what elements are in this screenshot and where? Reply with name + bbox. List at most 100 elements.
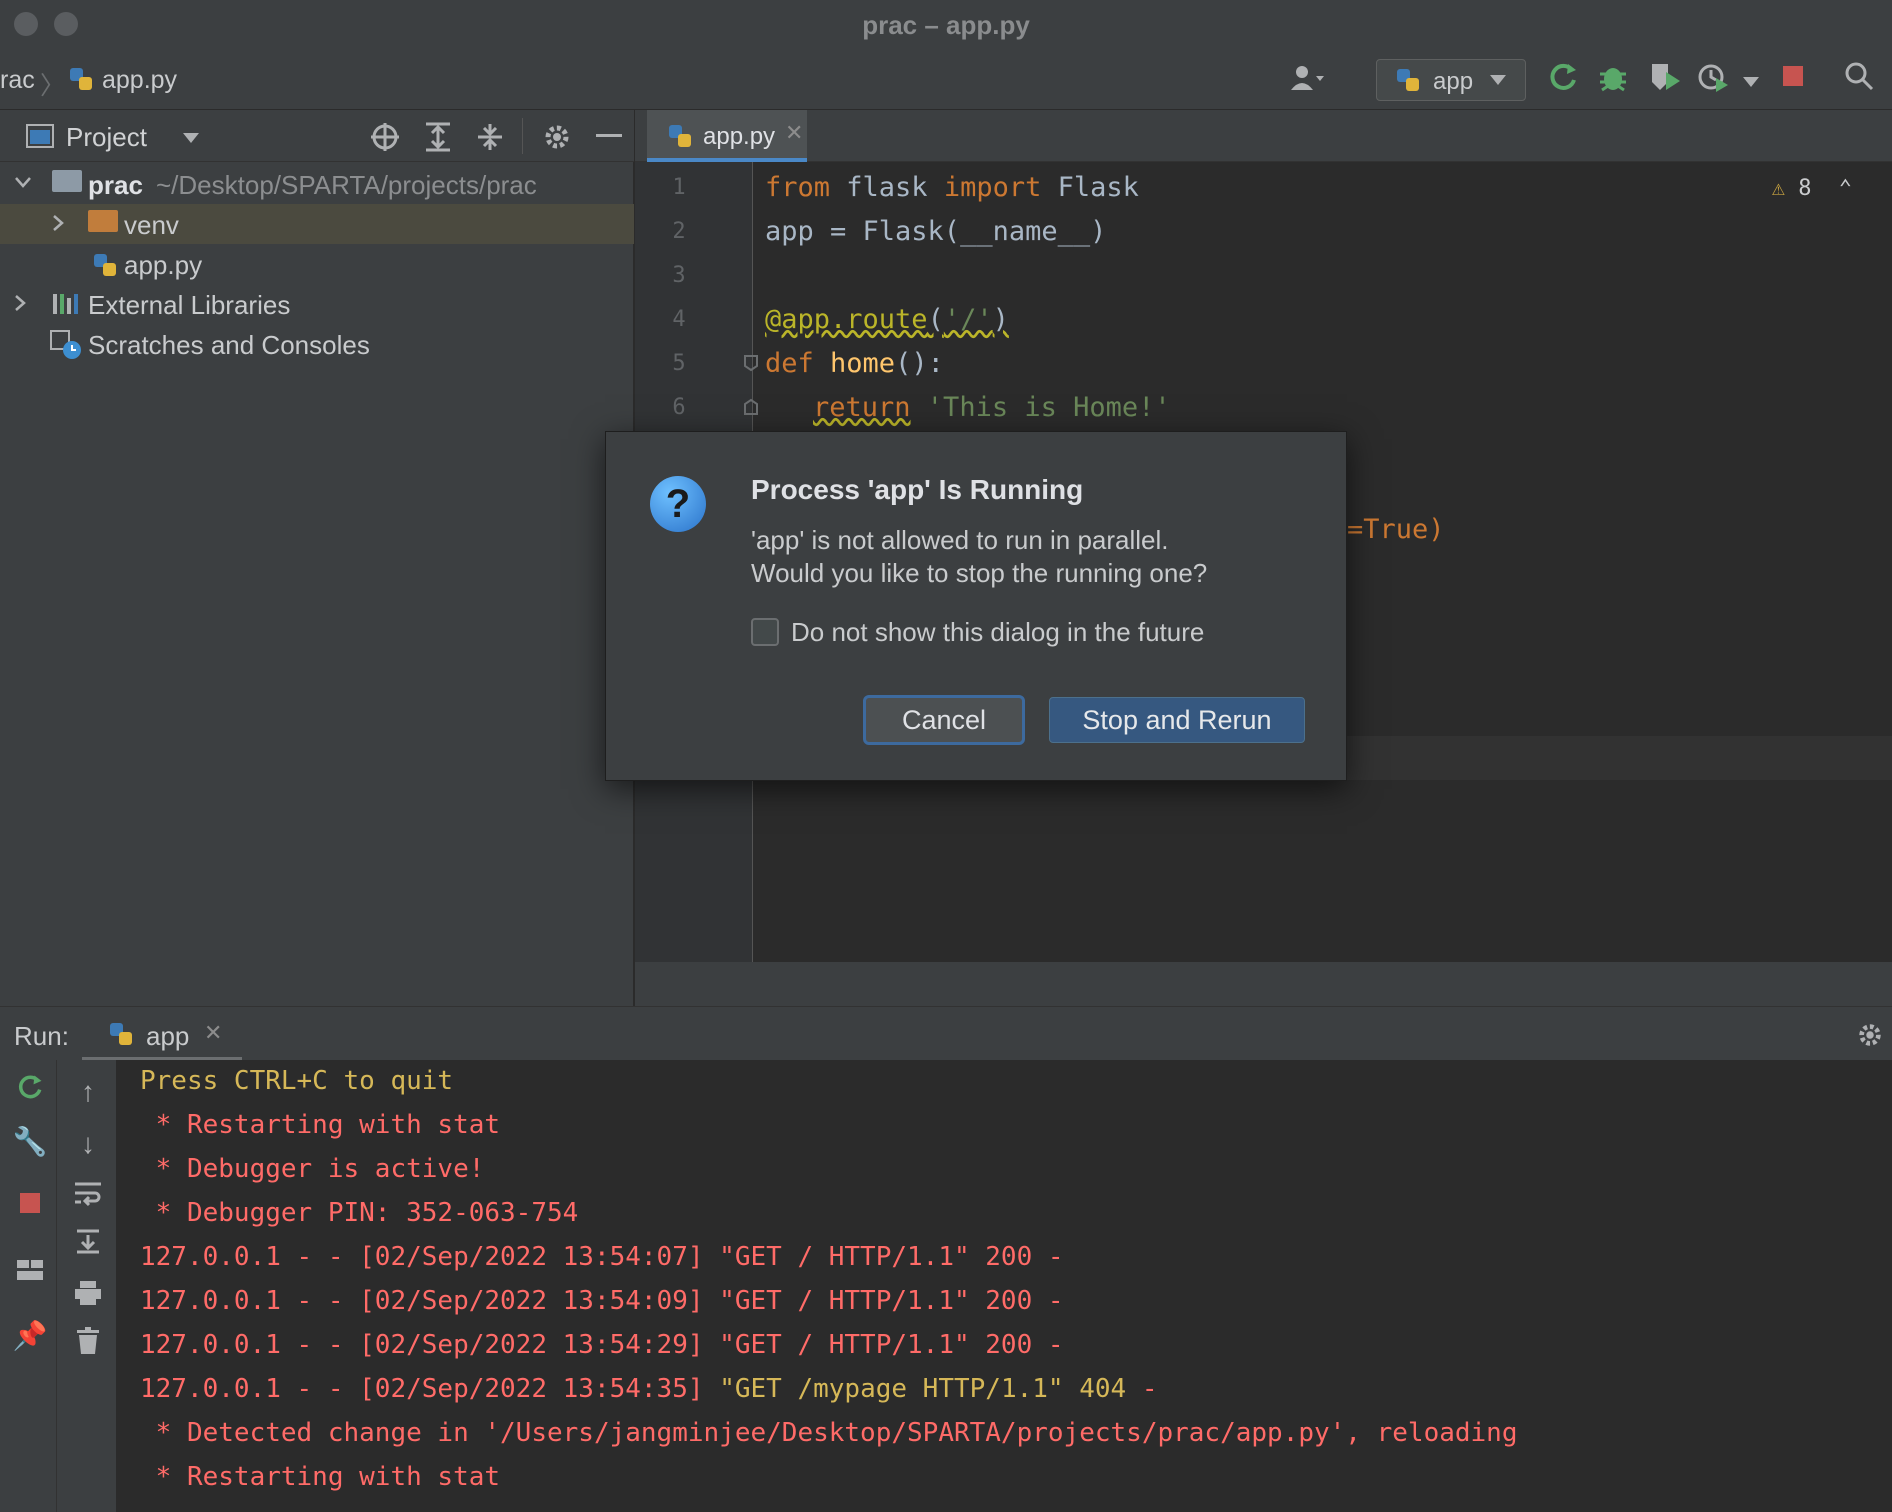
arrow-down-icon[interactable]: ↓ [68,1124,108,1164]
code-text: ) [992,304,1009,335]
console-line: * Debugger PIN: 352-063-754 [140,1198,579,1228]
arrow-up-icon[interactable]: ↑ [68,1072,108,1112]
cancel-button[interactable]: Cancel [863,695,1025,745]
tab-app-py[interactable]: app.py ✕ [647,110,807,162]
root-folder-name: prac [88,170,143,200]
python-file-icon [667,123,693,149]
stop-and-rerun-button[interactable]: Stop and Rerun [1049,697,1305,743]
locate-file-icon[interactable] [370,122,400,152]
console-line: * Debugger is active! [140,1154,485,1184]
tree-item-app-py[interactable]: app.py [0,244,634,284]
code-line-5: def home(): [765,348,944,379]
chevron-up-icon[interactable]: ⌃ [1839,176,1852,201]
tree-item-external-libraries[interactable]: External Libraries [0,284,634,324]
debug-icon[interactable] [1594,60,1632,98]
tree-item-label: app.py [124,250,203,280]
scroll-to-end-icon[interactable] [68,1226,108,1266]
navigation-bar: rac 〉 app.py app [0,48,1892,110]
run-tab-label: app [146,1021,190,1051]
code-line-2: app = Flask(__name__) [765,216,1107,247]
question-icon: ? [650,476,706,532]
run-configuration-dropdown[interactable]: app [1376,59,1526,101]
run-configuration-label: app [1433,68,1474,95]
inspection-widget[interactable]: ⚠ 8 ⌃ [1772,176,1852,201]
tree-item-venv[interactable]: venv [0,204,634,244]
title-bar: prac – app.py [0,0,1892,48]
do-not-show-checkbox[interactable] [751,618,779,646]
user-account-icon[interactable] [1288,60,1326,98]
process-running-dialog: ? Process 'app' Is Running 'app' is not … [605,431,1347,781]
console-output[interactable]: Press CTRL+C to quit * Restarting with s… [116,1060,1892,1512]
rerun-icon[interactable] [10,1072,50,1112]
tree-item-label: venv [124,210,179,240]
string-literal: 'This is Home!' [910,392,1171,423]
breadcrumb-project[interactable]: rac [0,66,35,95]
function-name: home [813,348,896,379]
trash-icon[interactable] [68,1326,108,1366]
chevron-down-icon [1490,75,1506,85]
excluded-folder-icon [88,210,118,232]
tree-root-prac[interactable]: prac ~/Desktop/SPARTA/projects/prac [0,164,634,204]
keyword: def [765,348,814,379]
stop-icon[interactable] [1774,60,1812,98]
chevron-down-icon[interactable] [14,176,32,190]
line-number: 6 [672,395,686,420]
window-title: prac – app.py [862,10,1030,40]
restore-layout-icon[interactable] [10,1252,50,1292]
chevron-down-icon[interactable] [182,132,200,144]
print-icon[interactable] [68,1278,108,1318]
code-text: ( [927,304,944,335]
gear-icon[interactable] [542,122,572,152]
warning-icon: ⚠ [1771,176,1785,201]
line-number: 1 [672,175,686,200]
pin-tab-icon[interactable]: 📌 [10,1316,50,1356]
search-icon[interactable] [1840,60,1878,98]
hide-panel-icon[interactable] [596,134,622,138]
run-tab-app[interactable]: app ✕ [82,1007,242,1061]
dialog-message-line: 'app' is not allowed to run in parallel. [751,525,1169,555]
stop-icon[interactable] [10,1186,50,1226]
keyword: =True) [1347,514,1445,545]
do-not-show-checkbox-label[interactable]: Do not show this dialog in the future [791,617,1204,648]
line-number: 4 [672,307,686,332]
rerun-icon[interactable] [1544,60,1582,98]
expand-all-icon[interactable] [424,122,452,152]
editor-tab-bar: app.py ✕ [635,110,1892,162]
library-icon [53,294,78,314]
code-partial-visible: =True) [1347,514,1445,545]
fold-end-marker-icon[interactable] [743,398,759,416]
close-tab-icon[interactable]: ✕ [785,120,803,146]
code-text: (): [895,348,944,379]
console-line: 127.0.0.1 - - [02/Sep/2022 13:54:35] "GE… [140,1374,1158,1404]
breadcrumb-file[interactable]: app.py [102,66,177,95]
code-text: Flask [1041,172,1139,203]
python-file-icon [68,66,94,92]
fold-marker-icon[interactable] [743,354,759,372]
profile-icon[interactable] [1694,60,1732,98]
folder-icon [52,170,82,192]
python-icon [1395,67,1421,93]
tree-item-scratches-and-consoles[interactable]: Scratches and Consoles [0,324,634,364]
code-line-1: from flask import Flask [765,172,1139,203]
project-panel-title[interactable]: Project [66,122,147,153]
run-with-coverage-icon[interactable] [1646,60,1684,98]
soft-wrap-icon[interactable] [68,1178,108,1218]
project-view-icon [26,124,54,148]
console-text: "GET /mypage HTTP/1.1" 404 [719,1374,1127,1404]
dialog-title: Process 'app' Is Running [751,474,1084,505]
close-tab-icon[interactable]: ✕ [204,1020,222,1046]
console-line: 127.0.0.1 - - [02/Sep/2022 13:54:07] "GE… [140,1242,1064,1272]
more-run-options-chevron-icon[interactable] [1732,60,1770,98]
collapse-all-icon[interactable] [476,122,504,152]
warning-count: 8 [1798,176,1812,201]
scratches-icon [50,330,81,359]
gear-icon[interactable] [1856,1021,1884,1049]
line-number: 5 [672,351,686,376]
wrench-icon[interactable]: 🔧 [10,1122,50,1162]
chevron-right-icon[interactable] [52,214,66,232]
console-line: * Restarting with stat [140,1462,501,1492]
chevron-right-icon[interactable] [14,294,28,312]
tab-label: app.py [703,123,776,150]
keyword: return [813,392,911,423]
console-line: * Restarting with stat [140,1110,501,1140]
